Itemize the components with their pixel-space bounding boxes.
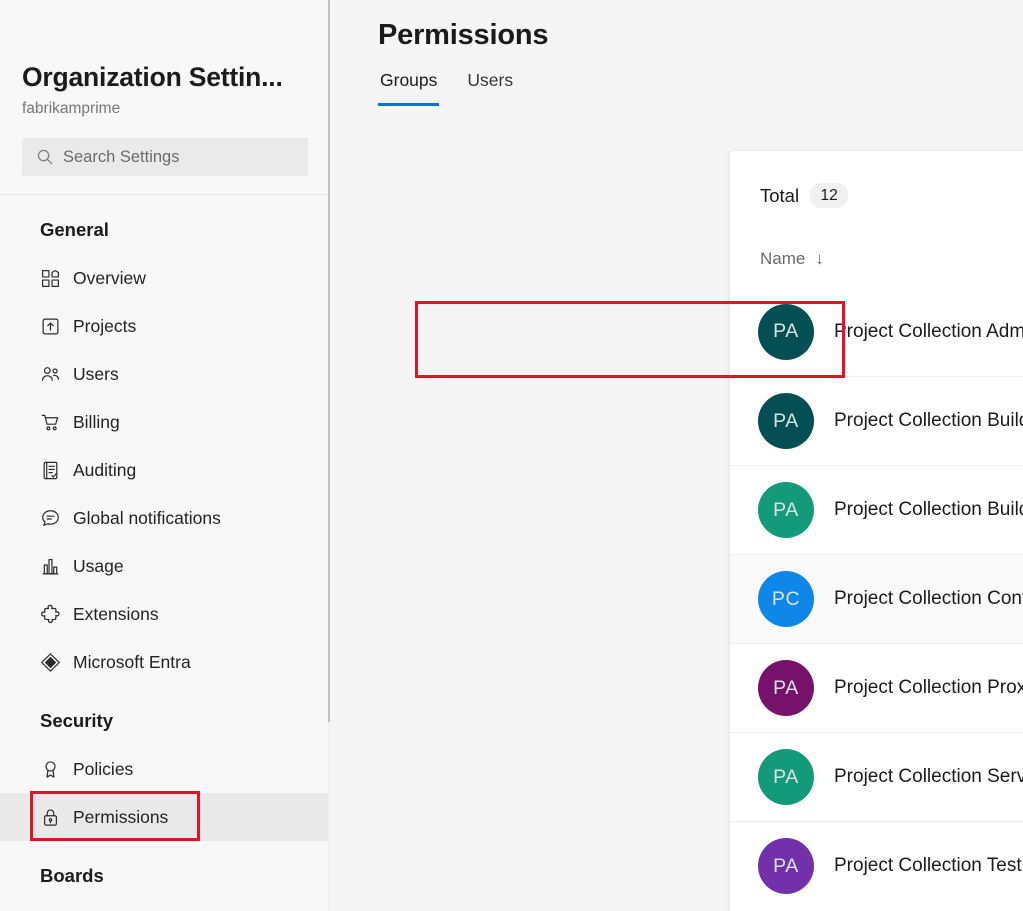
tab-list: Groups Users <box>378 68 1023 106</box>
notification-bubble-icon <box>40 508 73 529</box>
avatar: PA <box>758 749 814 805</box>
projects-icon <box>40 316 73 337</box>
sidebar-group-title-boards: Boards <box>40 865 104 886</box>
microsoft-entra-icon <box>40 652 73 673</box>
table-row[interactable]: PA Project Collection Test Service Accoun… <box>730 821 1023 910</box>
sidebar-item-label: Overview <box>73 268 146 288</box>
policies-shield-icon <box>40 759 73 780</box>
sort-descending-arrow-icon: ↓ <box>815 249 824 268</box>
table-row[interactable]: PA Project Collection Service Accounts <box>730 732 1023 821</box>
sidebar-group-title-general: General <box>40 219 109 240</box>
card-header: Total 12 <box>730 151 1023 208</box>
avatar: PA <box>758 838 814 894</box>
group-name: Project Collection Test Service Accounts <box>834 855 1023 876</box>
column-header-name[interactable]: Name ↓ <box>730 246 1023 272</box>
group-name: Project Collection Build Service Account… <box>834 499 1023 520</box>
org-header: Organization Settin... fabrikamprime <box>0 46 330 121</box>
billing-cart-icon <box>40 412 73 433</box>
sidebar-nav: General Overview Projects Users Billing Audit… <box>0 195 330 900</box>
search-input[interactable]: Search Settings <box>22 138 308 176</box>
sidebar-item-permissions[interactable]: Permissions <box>0 793 330 841</box>
sidebar-item-label: Users <box>73 364 119 384</box>
main-content: Permissions Groups Users Total 12 Name ↓ … <box>330 0 1023 911</box>
search-placeholder: Search Settings <box>63 148 180 166</box>
sidebar-item-label: Microsoft Entra <box>73 652 191 672</box>
sidebar-item-global-notifications[interactable]: Global notifications <box>0 494 330 542</box>
avatar: PC <box>758 571 814 627</box>
group-name: Project Collection Administrators <box>834 320 1023 342</box>
search-icon <box>37 149 53 165</box>
total-row: Total 12 <box>760 183 1023 208</box>
sidebar-item-label: Policies <box>73 759 134 779</box>
sidebar-item-overview[interactable]: Overview <box>0 254 330 302</box>
sidebar-item-billing[interactable]: Billing <box>0 398 330 446</box>
page-title-org: Organization Settin... <box>22 62 283 92</box>
sidebar-item-label: Billing <box>73 412 120 432</box>
sidebar-group-title-security: Security <box>40 710 114 731</box>
groups-card: Total 12 Name ↓ PA Project Collection Adm… <box>729 150 1023 911</box>
extensions-puzzle-icon <box>40 604 73 625</box>
avatar: PA <box>758 482 814 538</box>
avatar: PA <box>758 393 814 449</box>
organization-settings-page: Organization Settin... fabrikamprime Sea… <box>0 0 1023 911</box>
sidebar-item-microsoft-entra[interactable]: Microsoft Entra <box>0 638 330 686</box>
table-row[interactable]: PA Project Collection Proxy Service Accou… <box>730 643 1023 732</box>
groups-list: PA Project Collection Administrators PA Pro… <box>730 287 1023 910</box>
avatar: PA <box>758 660 814 716</box>
usage-chart-icon <box>40 556 73 577</box>
org-name: fabrikamprime <box>22 100 121 117</box>
overview-icon <box>40 268 73 289</box>
permissions-lock-icon <box>40 807 73 828</box>
page-title: Permissions <box>378 19 549 51</box>
auditing-icon <box>40 460 73 481</box>
total-count-badge: 12 <box>810 183 849 208</box>
group-name: Project Collection Contributors <box>834 588 1023 609</box>
tab-groups[interactable]: Groups <box>378 68 440 106</box>
sidebar-item-label: Usage <box>73 556 124 576</box>
sidebar: Organization Settin... fabrikamprime Sea… <box>0 0 330 911</box>
group-name: Project Collection Build Administrators <box>834 410 1023 431</box>
sidebar-item-label: Projects <box>73 316 137 336</box>
table-row[interactable]: PA Project Collection Build Service Accou… <box>730 465 1023 554</box>
sidebar-item-policies[interactable]: Policies <box>0 745 330 793</box>
sidebar-item-label: Permissions <box>73 807 169 827</box>
sidebar-item-projects[interactable]: Projects <box>0 302 330 350</box>
avatar: PA <box>758 303 814 360</box>
tab-users[interactable]: Users <box>465 68 515 106</box>
group-name: Project Collection Service Accounts <box>834 766 1023 787</box>
table-row[interactable]: PA Project Collection Administrators <box>730 287 1023 376</box>
sidebar-item-label: Extensions <box>73 604 159 624</box>
group-name: Project Collection Proxy Service Account… <box>834 677 1023 698</box>
sidebar-item-usage[interactable]: Usage <box>0 542 330 590</box>
sidebar-item-extensions[interactable]: Extensions <box>0 590 330 638</box>
table-row[interactable]: PA Project Collection Build Administrator… <box>730 376 1023 465</box>
sidebar-item-users[interactable]: Users <box>0 350 330 398</box>
sidebar-item-label: Global notifications <box>73 508 221 528</box>
sidebar-item-label: Auditing <box>73 460 137 480</box>
users-icon <box>40 364 73 385</box>
sidebar-item-auditing[interactable]: Auditing <box>0 446 330 494</box>
total-label: Total <box>760 184 800 206</box>
column-header-label: Name <box>760 249 806 268</box>
table-row[interactable]: PC Project Collection Contributors <box>730 554 1023 643</box>
